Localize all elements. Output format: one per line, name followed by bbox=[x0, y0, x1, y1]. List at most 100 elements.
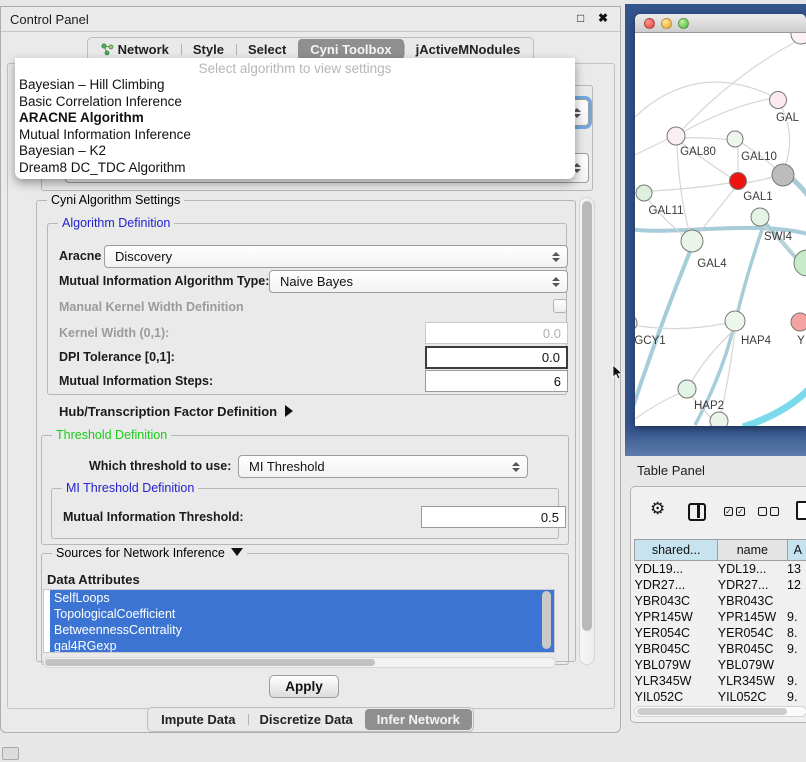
network-node[interactable] bbox=[710, 412, 728, 426]
scrollbar-thumb[interactable] bbox=[637, 708, 787, 715]
gear-icon[interactable]: ⚙ bbox=[650, 499, 665, 519]
table-row[interactable]: YIL052CYIL052C9. bbox=[635, 689, 806, 705]
tab-jactivemnodules[interactable]: jActiveMNodules bbox=[404, 39, 533, 60]
algorithm-option[interactable]: ARACNE Algorithm bbox=[15, 110, 575, 127]
network-edge[interactable] bbox=[635, 139, 668, 155]
select-all-checkboxes-icon[interactable]: ✓✓ bbox=[724, 507, 745, 516]
scrollbar-thumb[interactable] bbox=[45, 659, 375, 666]
algorithm-option[interactable]: Mutual Information Inference bbox=[15, 127, 575, 144]
table-cell: 9. bbox=[787, 641, 806, 657]
scrollbar-thumb[interactable] bbox=[582, 201, 592, 631]
network-node-gal4[interactable] bbox=[681, 230, 703, 252]
tab-style-label: Style bbox=[193, 42, 224, 57]
algorithm-option[interactable]: Dream8 DC_TDC Algorithm bbox=[15, 160, 575, 177]
attributes-horizontal-scrollbar[interactable] bbox=[43, 657, 556, 668]
network-edge[interactable] bbox=[778, 100, 790, 166]
table-row[interactable]: YBL079WYBL079W bbox=[635, 657, 806, 673]
network-edge[interactable] bbox=[676, 98, 775, 136]
network-node[interactable] bbox=[772, 164, 794, 186]
attribute-list-item[interactable]: SelfLoops bbox=[50, 590, 554, 606]
table-row[interactable]: YPR145WYPR145W9. bbox=[635, 609, 806, 625]
hub-definition-toggle[interactable]: Hub/Transcription Factor Definition bbox=[59, 404, 293, 419]
table-row[interactable]: YBR043CYBR043C bbox=[635, 593, 806, 609]
network-node-gal80[interactable] bbox=[667, 127, 685, 145]
aracne-mode-value: Discovery bbox=[115, 249, 172, 264]
tab-infer-network-label: Infer Network bbox=[377, 712, 460, 727]
attribute-list-item[interactable]: TopologicalCoefficient bbox=[50, 606, 554, 622]
table-row[interactable]: YBR045CYBR045C9. bbox=[635, 641, 806, 657]
mi-steps-value: 6 bbox=[554, 374, 561, 389]
network-node-gal10[interactable] bbox=[727, 131, 743, 147]
tab-impute-data[interactable]: Impute Data bbox=[149, 709, 247, 730]
panel-corner-chip[interactable] bbox=[2, 747, 19, 760]
deselect-all-checkboxes-icon[interactable] bbox=[758, 507, 779, 516]
data-attributes-list[interactable]: SelfLoopsTopologicalCoefficientBetweenne… bbox=[43, 589, 555, 653]
column-header-shared-name[interactable]: shared... bbox=[635, 540, 718, 561]
table-cell bbox=[787, 593, 806, 609]
network-edge[interactable] bbox=[635, 323, 727, 329]
mi-steps-field[interactable]: 6 bbox=[425, 370, 568, 392]
table-row[interactable]: YDR27...YDR27...12 bbox=[635, 577, 806, 593]
network-node-gal11[interactable] bbox=[636, 185, 652, 201]
close-traffic-light-icon[interactable] bbox=[644, 18, 655, 29]
network-edge[interactable] bbox=[635, 393, 680, 419]
tab-discretize-data-label: Discretize Data bbox=[260, 712, 353, 727]
network-node-swi4[interactable] bbox=[751, 208, 769, 226]
tab-select[interactable]: Select bbox=[236, 39, 298, 60]
network-node-gal[interactable] bbox=[770, 92, 787, 109]
network-edge[interactable] bbox=[743, 385, 806, 426]
data-attributes-label: Data Attributes bbox=[47, 572, 140, 587]
table-row[interactable]: YLR345WYLR345W9. bbox=[635, 673, 806, 689]
network-edge[interactable] bbox=[635, 82, 770, 117]
network-node-gal1[interactable] bbox=[730, 173, 747, 190]
algorithm-option[interactable]: Bayesian – Hill Climbing bbox=[15, 77, 575, 94]
network-node-y[interactable] bbox=[791, 313, 806, 331]
network-node-label: GAL bbox=[776, 112, 800, 124]
table-horizontal-scrollbar[interactable] bbox=[634, 706, 806, 717]
algorithm-option[interactable]: Bayesian – K2 bbox=[15, 143, 575, 160]
float-window-icon[interactable]: □ bbox=[577, 11, 584, 25]
network-canvas[interactable]: GALGAL80GAL10GAL1GAL11SWI4GAL4GCY1HAP4YH… bbox=[635, 33, 806, 426]
network-edge[interactable] bbox=[736, 221, 765, 319]
tab-infer-network[interactable]: Infer Network bbox=[365, 709, 472, 730]
kernel-width-field[interactable]: 0.0 bbox=[425, 322, 568, 344]
network-edge[interactable] bbox=[745, 177, 772, 183]
dpi-tolerance-field[interactable]: 0.0 bbox=[425, 346, 568, 369]
columns-icon[interactable] bbox=[688, 503, 706, 521]
zoom-traffic-light-icon[interactable] bbox=[678, 18, 689, 29]
settings-vertical-scrollbar[interactable] bbox=[579, 197, 595, 665]
column-header-name[interactable]: name bbox=[718, 540, 787, 561]
mi-threshold-field[interactable]: 0.5 bbox=[421, 506, 566, 528]
network-edge[interactable] bbox=[652, 183, 730, 191]
table-row[interactable]: YDL19...YDL19...13 bbox=[635, 561, 806, 577]
tab-cyni-toolbox[interactable]: Cyni Toolbox bbox=[298, 39, 403, 60]
network-node-hap4[interactable] bbox=[725, 311, 745, 331]
tab-network[interactable]: Network bbox=[89, 39, 181, 60]
network-node-hap2[interactable] bbox=[678, 380, 696, 398]
file-icon[interactable] bbox=[796, 501, 806, 520]
attribute-list-item[interactable]: BetweennessCentrality bbox=[50, 622, 554, 638]
network-node-gcy1[interactable] bbox=[635, 315, 637, 331]
column-header-partial[interactable]: A bbox=[787, 540, 806, 561]
minimize-traffic-light-icon[interactable] bbox=[661, 18, 672, 29]
sources-title[interactable]: Sources for Network Inference bbox=[52, 546, 247, 560]
network-edge[interactable] bbox=[679, 138, 732, 140]
algorithm-option[interactable]: Basic Correlation Inference bbox=[15, 94, 575, 111]
tab-discretize-data[interactable]: Discretize Data bbox=[248, 709, 365, 730]
close-window-icon[interactable]: ✖ bbox=[598, 11, 608, 25]
aracne-mode-combobox[interactable]: Discovery bbox=[104, 245, 568, 268]
tab-style[interactable]: Style bbox=[181, 39, 236, 60]
mi-algorithm-type-combobox[interactable]: Naive Bayes bbox=[269, 270, 568, 293]
network-graph[interactable]: GALGAL80GAL10GAL1GAL11SWI4GAL4GCY1HAP4YH… bbox=[635, 33, 806, 426]
attributes-vertical-scrollbar[interactable] bbox=[542, 591, 551, 649]
table-row[interactable]: YER054CYER054C8. bbox=[635, 625, 806, 641]
apply-button[interactable]: Apply bbox=[269, 675, 339, 698]
which-threshold-combobox[interactable]: MI Threshold bbox=[238, 455, 528, 478]
tab-jactivemnodules-label: jActiveMNodules bbox=[416, 42, 521, 57]
network-node[interactable] bbox=[794, 250, 806, 276]
manual-kernel-width-checkbox[interactable] bbox=[553, 299, 567, 313]
attribute-list-item[interactable]: gal4RGexp bbox=[50, 638, 554, 653]
bottom-tab-row: Impute Data Discretize Data Infer Networ… bbox=[1, 707, 620, 732]
network-node[interactable] bbox=[791, 33, 806, 44]
chevron-right-icon bbox=[285, 405, 293, 417]
